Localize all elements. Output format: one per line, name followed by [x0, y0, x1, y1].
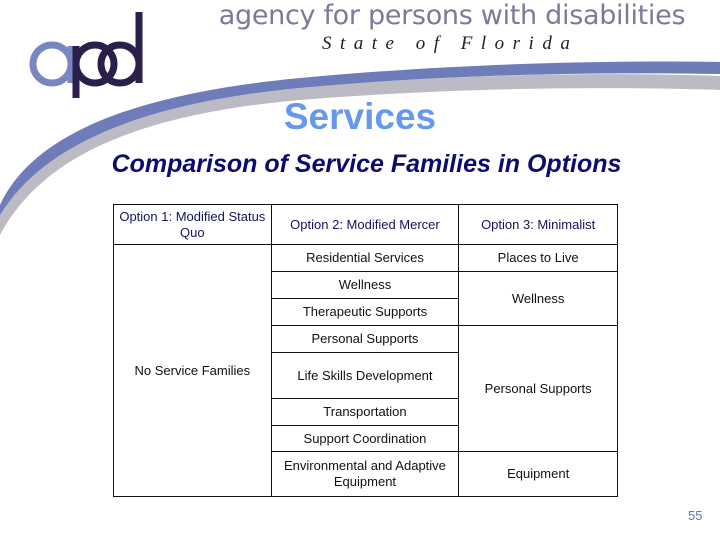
- option3-cell: Places to Live: [458, 244, 618, 272]
- option2-cell: Residential Services: [270, 244, 460, 272]
- header-option-2: Option 2: Modified Mercer: [270, 204, 460, 245]
- option3-cell: Equipment: [458, 451, 618, 497]
- option2-cell: Personal Supports: [270, 325, 460, 353]
- option2-cell: Transportation: [270, 398, 460, 426]
- logo-letter-d: [97, 41, 143, 87]
- page-number: 55: [688, 508, 703, 523]
- slide-title: Services: [283, 96, 437, 137]
- option3-cell: Wellness: [458, 271, 618, 326]
- option1-cell: No Service Families: [113, 244, 272, 497]
- apd-logo: [29, 12, 143, 98]
- option3-cell: Personal Supports: [458, 325, 618, 452]
- logo-letter-a: [29, 41, 75, 87]
- state-name: State of Florida: [322, 33, 579, 54]
- header-option-3: Option 3: Minimalist: [458, 204, 618, 245]
- option2-cell: Life Skills Development: [270, 352, 460, 399]
- agency-name: agency for persons with disabilities: [218, 0, 686, 31]
- option2-cell: Therapeutic Supports: [270, 298, 460, 326]
- option2-cell: Environmental and Adaptive Equipment: [270, 451, 460, 497]
- header-option-1: Option 1: Modified Status Quo: [113, 204, 272, 245]
- option2-cell: Wellness: [270, 271, 460, 299]
- slide-subtitle: Comparison of Service Families in Option…: [111, 150, 622, 178]
- table-header-row: Option 1: Modified Status Quo Option 2: …: [113, 204, 618, 245]
- comparison-table: Option 1: Modified Status Quo Option 2: …: [113, 204, 618, 497]
- option2-cell: Support Coordination: [270, 425, 460, 452]
- table-row: No Service Families Residential Services…: [113, 244, 618, 497]
